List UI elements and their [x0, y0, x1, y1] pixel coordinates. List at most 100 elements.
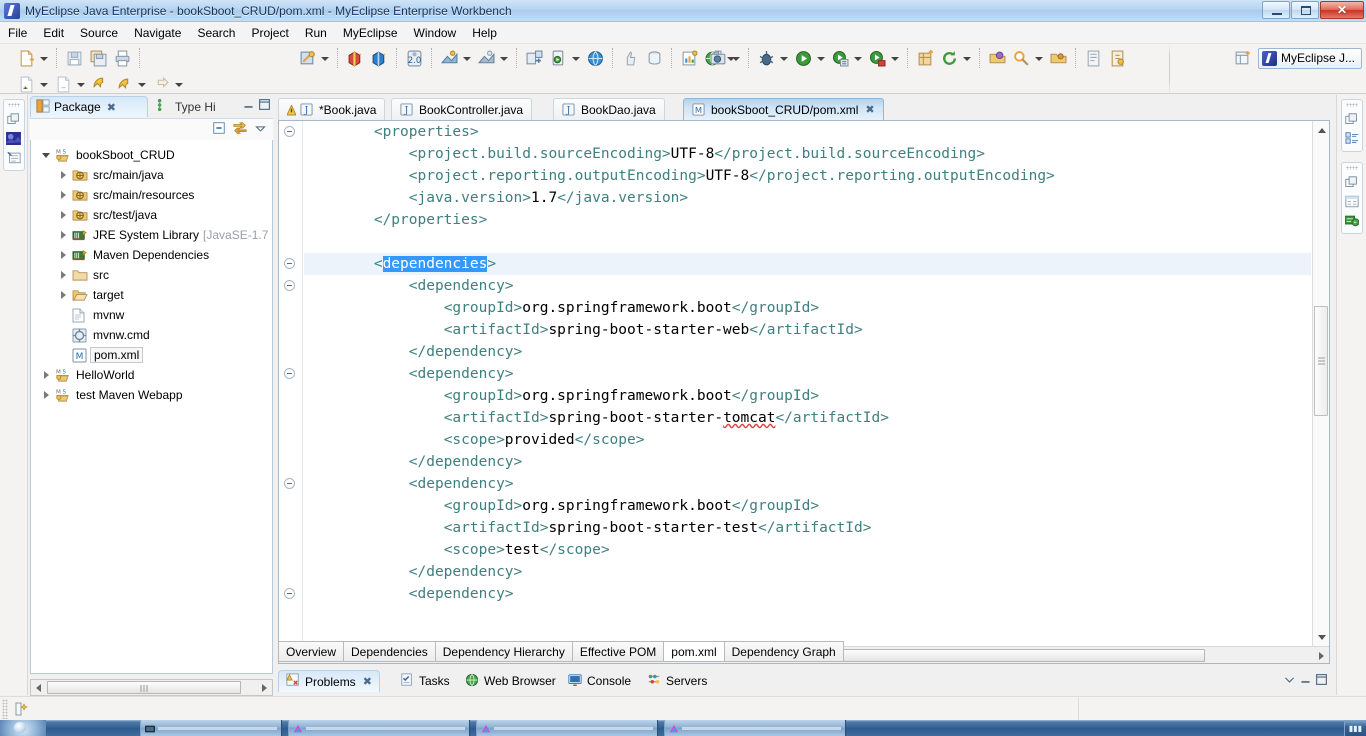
- camera-icon[interactable]: [707, 47, 729, 69]
- tree-item-src-main-java[interactable]: src/main/java: [31, 165, 272, 185]
- forward-dropdown-icon[interactable]: [136, 73, 147, 95]
- close-icon[interactable]: ✖: [363, 675, 372, 688]
- code-line[interactable]: <dependency>: [304, 583, 1311, 605]
- xml-editor[interactable]: <properties> <project.build.sourceEncodi…: [278, 120, 1330, 664]
- dock-grip[interactable]: [1345, 166, 1358, 170]
- view-tab-servers[interactable]: Servers: [640, 670, 714, 692]
- menu-navigate[interactable]: Navigate: [126, 24, 189, 42]
- pom-page-tab-dependency-graph[interactable]: Dependency Graph: [724, 641, 844, 662]
- editor-tab-book-java[interactable]: J *Book.java: [278, 98, 386, 120]
- new-annotation-dropdown-icon[interactable]: [38, 73, 49, 95]
- tree-item-src-test-java[interactable]: src/test/java: [31, 205, 272, 225]
- editor-vscrollbar[interactable]: [1312, 121, 1329, 646]
- code-line[interactable]: <dependency>: [304, 473, 1311, 495]
- open-resource-icon[interactable]: [1047, 47, 1069, 69]
- new-interface-icon[interactable]: [52, 73, 74, 95]
- code-line[interactable]: <groupId>org.springframework.boot</group…: [304, 297, 1311, 319]
- report-icon[interactable]: [678, 47, 700, 69]
- taskbar-item-4[interactable]: [664, 720, 846, 736]
- minimize-icon[interactable]: [1299, 673, 1312, 686]
- run-dropdown-icon[interactable]: [815, 47, 826, 69]
- coverage-dropdown-icon[interactable]: [889, 47, 900, 69]
- maximize-icon[interactable]: [258, 98, 271, 111]
- forward-icon[interactable]: [113, 73, 135, 95]
- restore-icon[interactable]: [1343, 173, 1361, 191]
- print-icon[interactable]: [111, 47, 133, 69]
- code-line[interactable]: </dependency>: [304, 341, 1311, 363]
- scroll-left-icon[interactable]: [31, 680, 46, 695]
- editor-tab-bookdao-java[interactable]: J BookDao.java: [553, 98, 665, 120]
- validate-icon[interactable]: 2.0: [403, 47, 425, 69]
- menu-window[interactable]: Window: [406, 24, 465, 42]
- new-package-icon[interactable]: [344, 47, 366, 69]
- pom-page-tab-pom-xml[interactable]: pom.xml: [664, 641, 725, 662]
- code-line[interactable]: <scope>test</scope>: [304, 539, 1311, 561]
- scroll-down-icon[interactable]: [1314, 630, 1329, 645]
- start-button[interactable]: [0, 720, 46, 736]
- build-all-icon[interactable]: [296, 47, 318, 69]
- close-button[interactable]: ✕: [1320, 1, 1364, 19]
- minimize-icon[interactable]: [242, 98, 255, 111]
- link-with-editor-icon[interactable]: [232, 121, 248, 138]
- code-line[interactable]: <scope>provided</scope>: [304, 429, 1311, 451]
- scroll-up-icon[interactable]: [1314, 122, 1329, 137]
- view-menu-icon[interactable]: [254, 122, 267, 138]
- code-line[interactable]: </dependency>: [304, 451, 1311, 473]
- search-dropdown-icon[interactable]: [1033, 47, 1044, 69]
- taskbar-item-1[interactable]: [140, 720, 282, 736]
- collapse-fold-icon[interactable]: [284, 588, 295, 599]
- coverage-icon[interactable]: [866, 47, 888, 69]
- editor-tab-pom-xml[interactable]: M bookSboot_CRUD/pom.xml ✖: [683, 98, 884, 120]
- expand-arrow-icon[interactable]: [39, 387, 55, 403]
- package-explorer-hscrollbar[interactable]: [30, 679, 273, 696]
- properties-icon[interactable]: [1343, 192, 1361, 210]
- pom-page-tab-effective-pom[interactable]: Effective POM: [572, 641, 665, 662]
- expand-arrow-icon[interactable]: [39, 147, 55, 163]
- tree-item-target[interactable]: target: [31, 285, 272, 305]
- expand-arrow-icon[interactable]: [56, 267, 72, 283]
- tree-item-jre-system-library[interactable]: JRE System Library [JavaSE-1.7: [31, 225, 272, 245]
- scroll-right-icon[interactable]: [1314, 648, 1329, 663]
- tree-item-src[interactable]: src: [31, 265, 272, 285]
- new-interface-dropdown-icon[interactable]: [75, 73, 86, 95]
- project-tree[interactable]: M 5 bookSboot_CRUD src/main/java src/main/re…: [30, 140, 273, 674]
- view-tab-type-hierarchy[interactable]: Type Hi: [152, 96, 222, 117]
- view-tab-package-explorer[interactable]: Package ✖: [30, 96, 148, 117]
- new-file-dropdown-icon[interactable]: [38, 47, 49, 69]
- code-line[interactable]: <java.version>1.7</java.version>: [304, 187, 1311, 209]
- dock-grip[interactable]: [7, 103, 20, 107]
- next-icon[interactable]: [150, 73, 172, 95]
- tree-item-pom-xml[interactable]: Mpom.xml: [31, 345, 272, 365]
- new-annotation-icon[interactable]: [15, 73, 37, 95]
- pom-page-tab-overview[interactable]: Overview: [278, 641, 345, 662]
- new-xml-dropdown-icon[interactable]: [498, 47, 509, 69]
- thumbs-up-icon[interactable]: [619, 47, 641, 69]
- code-line[interactable]: <artifactId>spring-boot-starter-web</art…: [304, 319, 1311, 341]
- taskbar-item-3[interactable]: [476, 720, 658, 736]
- restore-icon[interactable]: [1343, 110, 1361, 128]
- pom-page-tab-dependency-hierarchy[interactable]: Dependency Hierarchy: [435, 641, 573, 662]
- snippets-icon[interactable]: [1343, 211, 1361, 229]
- tree-item-maven-dependencies[interactable]: Maven Dependencies: [31, 245, 272, 265]
- outline-icon[interactable]: [1343, 129, 1361, 147]
- server-dropdown-icon[interactable]: [570, 47, 581, 69]
- collapse-fold-icon[interactable]: [284, 126, 295, 137]
- pom-page-tab-dependencies[interactable]: Dependencies: [344, 641, 436, 662]
- vscroll-thumb[interactable]: [1314, 306, 1328, 416]
- code-line[interactable]: <groupId>org.springframework.boot</group…: [304, 385, 1311, 407]
- run-config-icon[interactable]: [829, 47, 851, 69]
- collapse-fold-icon[interactable]: [284, 478, 295, 489]
- system-tray[interactable]: ▮▮▮: [1343, 720, 1366, 736]
- code-content[interactable]: <properties> <project.build.sourceEncodi…: [304, 121, 1311, 646]
- taskbar-item-2[interactable]: [288, 720, 470, 736]
- tree-item-booksboot-crud[interactable]: M 5 bookSboot_CRUD: [31, 145, 272, 165]
- search-icon[interactable]: [1010, 47, 1032, 69]
- welcome-icon[interactable]: [5, 129, 23, 147]
- scroll-right-icon[interactable]: [257, 680, 272, 695]
- save-icon[interactable]: [63, 47, 85, 69]
- new-jsp-icon[interactable]: [438, 47, 460, 69]
- view-tab-tasks[interactable]: Tasks: [393, 670, 457, 692]
- server-icon[interactable]: [547, 47, 569, 69]
- tree-item-helloworld[interactable]: M 5 HelloWorld: [31, 365, 272, 385]
- code-line[interactable]: <dependencies>: [304, 253, 1311, 275]
